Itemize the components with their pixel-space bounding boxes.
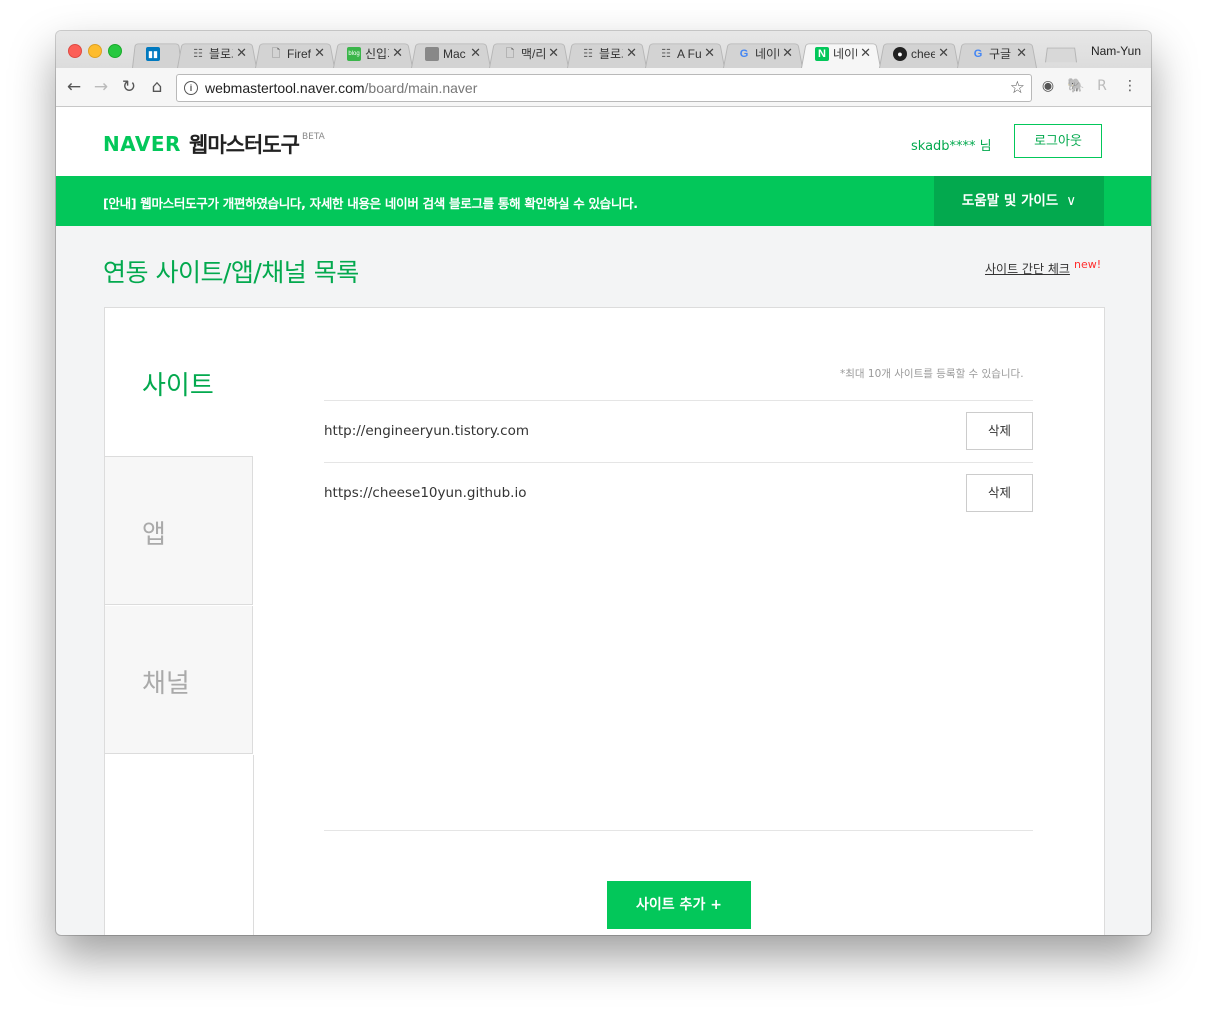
browser-tab[interactable]: ☷ A Fu ✕ <box>645 40 725 68</box>
browser-tab[interactable]: G 네이버 ✕ <box>723 40 803 68</box>
browser-tab[interactable]: ☷ 블로그 ✕ <box>177 40 257 68</box>
reload-icon[interactable]: ↻ <box>119 77 139 97</box>
page-icon: 🗋 <box>505 48 515 60</box>
close-icon[interactable]: ✕ <box>392 46 403 60</box>
evernote-extension-icon[interactable]: 🐘 <box>1067 78 1084 94</box>
url-text: webmastertool.naver.com/board/main.naver <box>205 75 477 101</box>
zoom-window-button[interactable] <box>108 44 122 58</box>
delete-button[interactable]: 삭제 <box>966 474 1033 512</box>
service-title[interactable]: 웹마스터도구 <box>189 129 300 159</box>
minimize-window-button[interactable] <box>88 44 102 58</box>
tab-channel[interactable]: 채널 <box>105 606 253 754</box>
close-icon[interactable]: ✕ <box>548 46 559 60</box>
url-host: webmastertool.naver.com <box>205 80 365 96</box>
close-window-button[interactable] <box>68 44 82 58</box>
naver-logo[interactable]: NAVER <box>103 132 181 156</box>
close-icon[interactable]: ✕ <box>1016 46 1027 60</box>
new-tab-button[interactable] <box>1044 47 1078 63</box>
naver-icon: N <box>815 47 829 61</box>
tab-title: 네이버 <box>755 47 779 61</box>
notice-text[interactable]: [안내] 웹마스터도구가 개편하였습니다, 자세한 내용은 네이버 검색 블로그… <box>103 193 638 212</box>
add-site-button[interactable]: 사이트 추가 + <box>607 881 751 929</box>
tab-title: 블로그 <box>599 47 623 61</box>
tab-app[interactable]: 앱 <box>105 457 253 605</box>
site-url: http://engineeryun.tistory.com <box>324 423 530 439</box>
tab-title: 구글 <box>989 47 1012 61</box>
menu-dots-icon[interactable]: ⋮ <box>1122 78 1138 94</box>
close-icon[interactable]: ✕ <box>938 46 949 60</box>
help-guide-label: 도움말 및 가이드 <box>961 193 1059 209</box>
close-icon[interactable]: ✕ <box>626 46 637 60</box>
home-icon[interactable]: ⌂ <box>147 77 167 97</box>
profile-name[interactable]: Nam-Yun <box>1091 44 1141 58</box>
list-icon: ☷ <box>583 48 593 60</box>
tab-strip: ▮▮ ☷ 블로그 ✕ 🗋 Firefox ✕ blog 신입기 ✕ Mac ✕ <box>56 31 1151 68</box>
browser-tab[interactable]: ● chee ✕ <box>879 40 959 68</box>
browser-tab[interactable]: blog 신입기 ✕ <box>333 40 413 68</box>
tab-title: 신입기 <box>365 47 389 61</box>
site-list-panel: 사이트 앱 채널 *최대 10개 사이트를 등록할 수 있습니다. http:/… <box>104 307 1105 935</box>
trello-icon: ▮▮ <box>146 47 160 61</box>
beta-badge: BETA <box>302 132 325 142</box>
browser-tab[interactable]: ▮▮ <box>132 40 182 68</box>
browser-tab[interactable]: 🗋 Firefox ✕ <box>255 40 335 68</box>
google-icon: G <box>739 48 749 60</box>
user-name: skadb**** 님 <box>911 139 992 154</box>
chevron-down-icon: ∨ <box>1066 193 1077 209</box>
list-item: http://engineeryun.tistory.com 삭제 <box>324 400 1033 462</box>
info-icon[interactable]: i <box>184 81 198 95</box>
list-icon: ☷ <box>661 48 671 60</box>
close-icon[interactable]: ✕ <box>236 46 247 60</box>
page-content: NAVER 웹마스터도구 BETA skadb**** 님 로그아웃 [안내] … <box>56 107 1151 935</box>
new-badge: new! <box>1074 258 1102 271</box>
site-url: https://cheese10yun.github.io <box>324 485 527 501</box>
site-header: NAVER 웹마스터도구 BETA skadb**** 님 로그아웃 <box>56 107 1151 176</box>
google-icon: G <box>973 48 983 60</box>
tab-site[interactable]: 사이트 <box>105 308 253 457</box>
close-icon[interactable]: ✕ <box>704 46 715 60</box>
address-bar[interactable]: i webmastertool.naver.com/board/main.nav… <box>176 74 1032 102</box>
page-icon: 🗋 <box>271 48 281 60</box>
tab-title: chee <box>911 47 935 61</box>
close-icon[interactable]: ✕ <box>470 46 481 60</box>
tab-title: A Fu <box>677 47 701 61</box>
browser-tab[interactable]: ☷ 블로그 ✕ <box>567 40 647 68</box>
notice-bar: [안내] 웹마스터도구가 개편하였습니다, 자세한 내용은 네이버 검색 블로그… <box>56 176 1151 226</box>
list-item: https://cheese10yun.github.io 삭제 <box>324 462 1033 524</box>
delete-button[interactable]: 삭제 <box>966 412 1033 450</box>
tab-title: 블로그 <box>209 47 233 61</box>
apple-icon <box>425 47 439 61</box>
tab-title: 네이버 <box>833 47 857 61</box>
close-icon[interactable]: ✕ <box>314 46 325 60</box>
divider <box>253 755 254 935</box>
close-icon[interactable]: ✕ <box>782 46 793 60</box>
site-check-link[interactable]: 사이트 간단 체크 <box>985 260 1070 277</box>
browser-tab-active[interactable]: N 네이버 ✕ <box>801 40 881 68</box>
list-icon: ☷ <box>193 48 203 60</box>
page-title: 연동 사이트/앱/채널 목록 <box>103 258 359 287</box>
browser-toolbar: ← → ↻ ⌂ i webmastertool.naver.com/board/… <box>56 68 1151 107</box>
url-path: /board/main.naver <box>364 80 478 96</box>
tab-title: 맥/리 <box>521 47 545 61</box>
tab-title: Mac <box>443 47 466 61</box>
github-icon: ● <box>893 47 907 61</box>
browser-tab[interactable]: Mac ✕ <box>411 40 491 68</box>
site-list: http://engineeryun.tistory.com 삭제 https:… <box>324 400 1033 524</box>
tab-title: Firefox <box>287 47 311 61</box>
browser-window: ▮▮ ☷ 블로그 ✕ 🗋 Firefox ✕ blog 신입기 ✕ Mac ✕ <box>56 31 1151 935</box>
browser-tab[interactable]: 🗋 맥/리 ✕ <box>489 40 569 68</box>
forward-arrow-icon[interactable]: → <box>91 77 111 97</box>
help-guide-button[interactable]: 도움말 및 가이드 ∨ <box>934 176 1104 226</box>
bookmark-star-icon[interactable]: ☆ <box>1010 75 1025 101</box>
blog-icon: blog <box>347 47 361 61</box>
divider <box>324 830 1033 831</box>
limit-note: *최대 10개 사이트를 등록할 수 있습니다. <box>840 368 1024 380</box>
logout-button[interactable]: 로그아웃 <box>1014 124 1102 158</box>
record-extension-icon[interactable]: ◉ <box>1040 78 1056 94</box>
back-arrow-icon[interactable]: ← <box>64 77 84 97</box>
r-extension-icon[interactable]: R <box>1094 78 1110 94</box>
browser-tab[interactable]: G 구글 ✕ <box>957 40 1037 68</box>
close-icon[interactable]: ✕ <box>860 46 871 60</box>
